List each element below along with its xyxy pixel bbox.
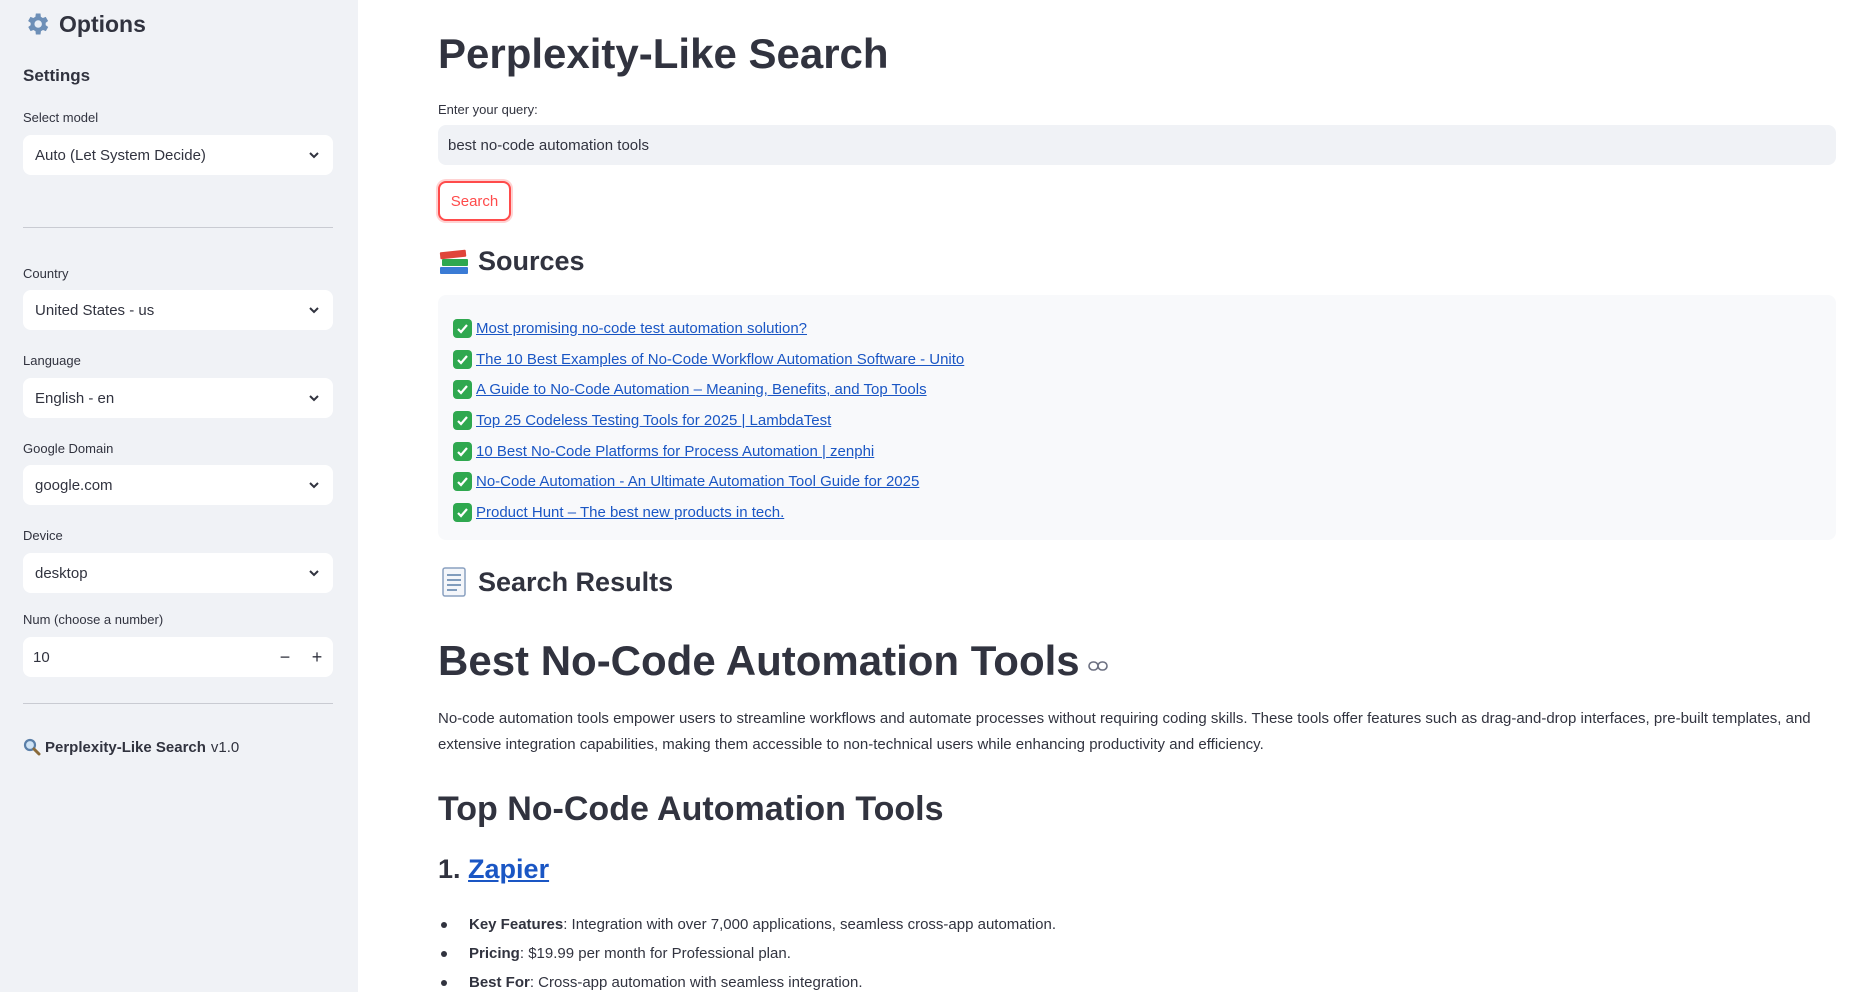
tool-bullets: Key Features: Integration with over 7,00… [438,910,1056,992]
document-icon [442,567,466,597]
country-select-value: United States - us [35,301,155,319]
country-select[interactable]: United States - us [23,290,333,330]
language-select[interactable]: English - en [23,378,333,418]
sidebar: Options Settings Select model Auto (Let … [0,0,358,992]
source-link[interactable]: The 10 Best Examples of No-Code Workflow… [476,351,964,368]
bullet-icon [441,950,447,957]
google-domain-select-value: google.com [35,476,113,494]
list-item: Most promising no-code test automation s… [453,313,1821,344]
footer-app-name: Perplexity-Like Search [45,738,206,756]
model-label: Select model [23,110,99,125]
device-select-value: desktop [35,564,88,582]
sidebar-divider [23,227,333,228]
chevron-down-icon [309,570,319,577]
google-domain-select[interactable]: google.com [23,465,333,505]
bullet-text: : Cross-app automation with seamless int… [529,974,863,991]
result-paragraph: No-code automation tools empower users t… [438,710,1811,753]
bullet-text: : Integration with over 7,000 applicatio… [563,916,1056,933]
chevron-down-icon [309,152,319,159]
footer-version: v1.0 [210,738,240,756]
list-item: Pricing: $19.99 per month for Profession… [438,939,1056,968]
sources-list: Most promising no-code test automation s… [438,295,1836,540]
device-select[interactable]: desktop [23,553,333,593]
tool-number: 1. [438,854,461,884]
section-heading: Top No-Code Automation Tools [438,790,944,828]
result-title: Best No-Code Automation Tools [438,637,1108,685]
bullet-text: : $19.99 per month for Professional plan… [519,945,791,962]
results-heading-text: Search Results [478,566,674,597]
list-item: Best For: Cross-app automation with seam… [438,968,1056,992]
bullet-icon [441,979,447,986]
query-input-value: best no-code automation tools [448,136,649,154]
check-icon [453,410,472,430]
list-item: The 10 Best Examples of No-Code Workflow… [453,344,1821,375]
search-button[interactable]: Search [438,181,511,221]
num-input[interactable]: 10 − + [23,637,333,677]
source-link[interactable]: A Guide to No-Code Automation – Meaning,… [476,381,927,398]
list-item: Key Features: Integration with over 7,00… [438,910,1056,939]
language-label: Language [23,353,81,368]
books-icon [439,249,468,274]
model-select[interactable]: Auto (Let System Decide) [23,135,333,175]
google-domain-label: Google Domain [23,441,114,456]
list-item: 10 Best No-Code Platforms for Process Au… [453,436,1821,467]
sources-heading: Sources [438,245,585,277]
source-link[interactable]: 10 Best No-Code Platforms for Process Au… [476,443,874,460]
source-link[interactable]: No-Code Automation - An Ultimate Automat… [476,473,919,490]
check-icon [453,349,472,369]
check-icon [453,502,472,522]
num-label: Num (choose a number) [23,612,164,627]
gear-icon [28,13,49,35]
bullet-key: Key Features [469,916,564,933]
settings-heading: Settings [23,66,91,85]
magnifier-icon [23,738,41,756]
list-item: Product Hunt – The best new products in … [453,497,1821,528]
increment-button[interactable]: + [301,637,333,677]
source-link[interactable]: Product Hunt – The best new products in … [476,504,784,521]
bullet-key: Pricing [469,945,520,962]
chevron-down-icon [309,395,319,402]
result-title-text: Best No-Code Automation Tools [438,637,1080,684]
sources-heading-text: Sources [478,245,585,276]
sidebar-divider [23,703,333,704]
sidebar-footer: Perplexity-Like Search v1.0 [23,738,239,756]
list-item: Top 25 Codeless Testing Tools for 2025 |… [453,405,1821,436]
chevron-down-icon [309,307,319,314]
page-title: Perplexity-Like Search [438,30,889,77]
decrement-button[interactable]: − [269,637,301,677]
results-heading: Search Results [438,566,673,598]
country-label: Country [23,266,69,281]
num-input-value[interactable]: 10 [23,649,269,666]
check-icon [453,380,472,400]
tool-heading: 1. Zapier [438,854,549,885]
list-item: No-Code Automation - An Ultimate Automat… [453,466,1821,497]
bullet-key: Best For [469,974,530,991]
check-icon [453,441,472,461]
query-label: Enter your query: [438,102,538,117]
device-label: Device [23,528,63,543]
source-link[interactable]: Most promising no-code test automation s… [476,320,807,337]
check-icon [453,318,472,338]
source-link[interactable]: Top 25 Codeless Testing Tools for 2025 |… [476,412,831,429]
query-input[interactable]: best no-code automation tools [438,125,1836,165]
model-select-value: Auto (Let System Decide) [35,146,206,164]
sidebar-title: Options [23,10,146,38]
link-icon[interactable] [1087,660,1108,672]
sidebar-title-text: Options [59,10,146,37]
bullet-icon [441,921,447,928]
chevron-down-icon [309,482,319,489]
check-icon [453,472,472,492]
language-select-value: English - en [35,389,115,407]
list-item: A Guide to No-Code Automation – Meaning,… [453,374,1821,405]
tool-link[interactable]: Zapier [468,854,549,884]
